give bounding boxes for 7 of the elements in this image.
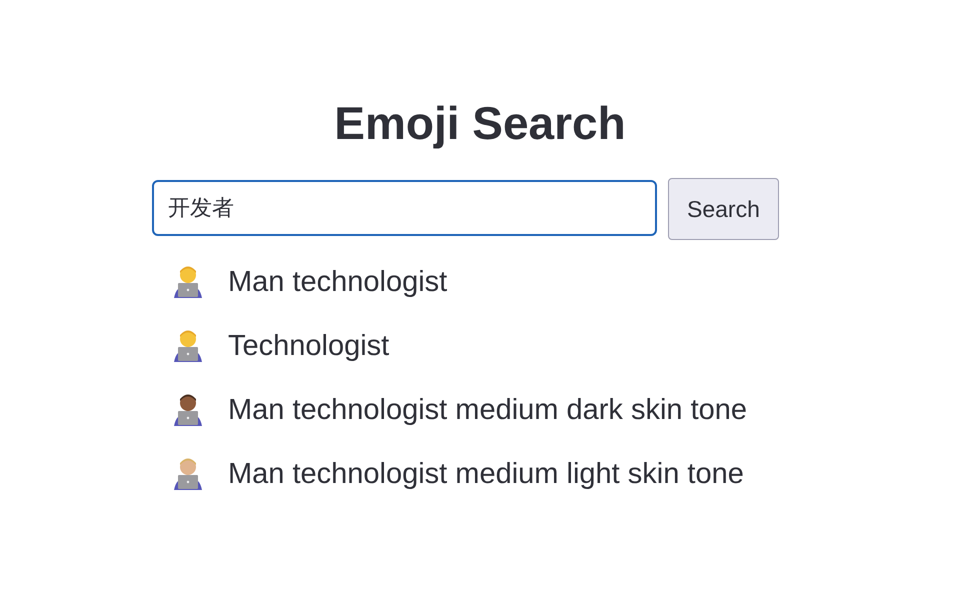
- result-label[interactable]: Man technologist: [228, 262, 448, 302]
- result-label[interactable]: Technologist: [228, 326, 390, 366]
- search-field[interactable]: 开发者: [152, 180, 657, 236]
- search-button[interactable]: Search: [668, 178, 779, 240]
- result-label[interactable]: Man technologist medium light skin tone: [228, 454, 744, 494]
- result-label[interactable]: Man technologist medium dark skin tone: [228, 390, 748, 430]
- page-title: Emoji Search: [333, 96, 627, 150]
